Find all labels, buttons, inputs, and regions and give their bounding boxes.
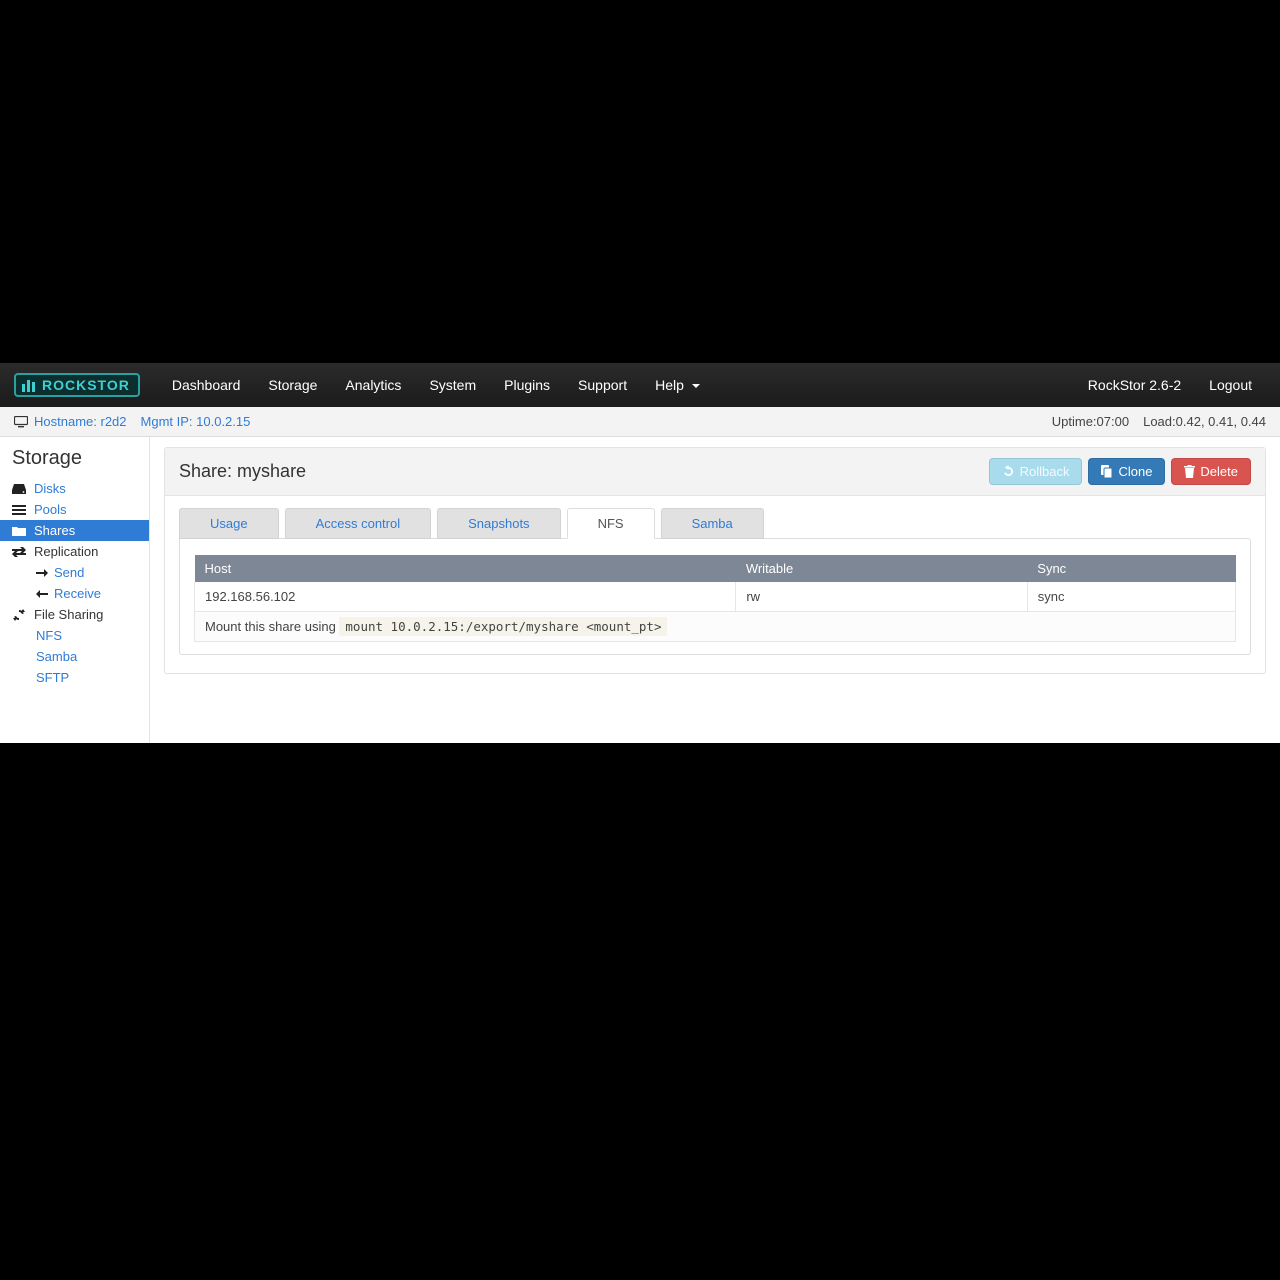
- monitor-icon: [14, 416, 28, 428]
- delete-button[interactable]: Delete: [1171, 458, 1251, 485]
- sidebar: Storage Disks Pools Shares: [0, 437, 150, 743]
- mount-command: mount 10.0.2.15:/export/myshare <mount_p…: [339, 617, 667, 636]
- rollback-button: Rollback: [989, 458, 1083, 485]
- mount-prefix: Mount this share using: [205, 619, 339, 634]
- share-panel-body: Usage Access control Snapshots NFS Samba…: [165, 496, 1265, 673]
- col-host: Host: [195, 555, 736, 582]
- nfs-table: Host Writable Sync 192.168.56.102 rw syn…: [194, 555, 1236, 642]
- tab-usage[interactable]: Usage: [179, 508, 279, 539]
- sidebar-item-label: File Sharing: [34, 607, 103, 622]
- folder-open-icon: [12, 525, 28, 537]
- sidebar-item-replication[interactable]: Replication: [0, 541, 149, 562]
- clone-button[interactable]: Clone: [1088, 458, 1165, 485]
- rollback-icon: [1002, 465, 1015, 478]
- sidebar-item-label: NFS: [36, 628, 62, 643]
- nav-analytics[interactable]: Analytics: [331, 365, 415, 405]
- disk-icon: [12, 483, 28, 495]
- nfs-tab-content: Host Writable Sync 192.168.56.102 rw syn…: [179, 538, 1251, 655]
- table-row: 192.168.56.102 rw sync: [195, 582, 1236, 612]
- uptime-text: Uptime: 07:00: [1052, 414, 1129, 429]
- tab-snapshots[interactable]: Snapshots: [437, 508, 560, 539]
- sidebar-item-label: Receive: [54, 586, 101, 601]
- clone-icon: [1101, 465, 1113, 478]
- tab-samba[interactable]: Samba: [661, 508, 764, 539]
- sidebar-item-label: Samba: [36, 649, 77, 664]
- tab-nfs[interactable]: NFS: [567, 508, 655, 539]
- nav-version: RockStor 2.6-2: [1074, 365, 1195, 405]
- app-window: ROCKSTOR Dashboard Storage Analytics Sys…: [0, 363, 1280, 743]
- cell-writable: rw: [736, 582, 1027, 612]
- arrow-left-icon: [36, 589, 48, 599]
- sidebar-item-shares[interactable]: Shares: [0, 520, 149, 541]
- brand-text: ROCKSTOR: [42, 377, 130, 393]
- list-icon: [12, 504, 28, 516]
- mount-instruction-row: Mount this share using mount 10.0.2.15:/…: [195, 612, 1236, 642]
- sidebar-item-sftp[interactable]: SFTP: [0, 667, 149, 688]
- nav-storage[interactable]: Storage: [254, 365, 331, 405]
- sidebar-title: Storage: [0, 447, 149, 478]
- sidebar-item-label: Pools: [34, 502, 67, 517]
- trash-icon: [1184, 465, 1195, 478]
- col-writable: Writable: [736, 555, 1027, 582]
- info-bar: Hostname: r2d2 Mgmt IP: 10.0.2.15 Uptime…: [0, 407, 1280, 437]
- nav-support[interactable]: Support: [564, 365, 641, 405]
- arrow-right-icon: [36, 568, 48, 578]
- sidebar-item-pools[interactable]: Pools: [0, 499, 149, 520]
- sidebar-item-send[interactable]: Send: [0, 562, 149, 583]
- cell-sync: sync: [1027, 582, 1235, 612]
- load-text: Load: 0.42, 0.41, 0.44: [1143, 414, 1266, 429]
- sidebar-item-label: Disks: [34, 481, 66, 496]
- col-sync: Sync: [1027, 555, 1235, 582]
- sidebar-item-nfs[interactable]: NFS: [0, 625, 149, 646]
- nav-help[interactable]: Help: [641, 365, 714, 405]
- sidebar-item-label: Send: [54, 565, 84, 580]
- top-navbar: ROCKSTOR Dashboard Storage Analytics Sys…: [0, 363, 1280, 407]
- sidebar-item-label: SFTP: [36, 670, 69, 685]
- transfer-icon: [12, 546, 28, 558]
- tab-access-control[interactable]: Access control: [285, 508, 432, 539]
- chevron-down-icon: [692, 384, 700, 388]
- sidebar-item-samba[interactable]: Samba: [0, 646, 149, 667]
- brand-logo[interactable]: ROCKSTOR: [14, 373, 140, 397]
- page-title: Share: myshare: [179, 461, 306, 482]
- nav-help-label: Help: [655, 377, 684, 393]
- sidebar-item-label: Replication: [34, 544, 98, 559]
- sidebar-item-label: Shares: [34, 523, 75, 538]
- share-tabs: Usage Access control Snapshots NFS Samba: [179, 508, 1251, 539]
- main-content: Share: myshare Rollback Clone: [150, 437, 1280, 743]
- share-panel: Share: myshare Rollback Clone: [164, 447, 1266, 674]
- share-panel-header: Share: myshare Rollback Clone: [165, 448, 1265, 496]
- hostname-link[interactable]: Hostname: r2d2: [34, 414, 127, 429]
- cell-host: 192.168.56.102: [195, 582, 736, 612]
- sidebar-item-filesharing[interactable]: File Sharing: [0, 604, 149, 625]
- nav-dashboard[interactable]: Dashboard: [158, 365, 255, 405]
- rockstor-glyph-icon: [20, 377, 38, 393]
- sidebar-item-receive[interactable]: Receive: [0, 583, 149, 604]
- refresh-icon: [12, 609, 28, 621]
- nav-logout[interactable]: Logout: [1195, 365, 1266, 405]
- body: Storage Disks Pools Shares: [0, 437, 1280, 743]
- sidebar-item-disks[interactable]: Disks: [0, 478, 149, 499]
- nav-plugins[interactable]: Plugins: [490, 365, 564, 405]
- mgmt-ip-link[interactable]: Mgmt IP: 10.0.2.15: [141, 414, 251, 429]
- nav-system[interactable]: System: [415, 365, 490, 405]
